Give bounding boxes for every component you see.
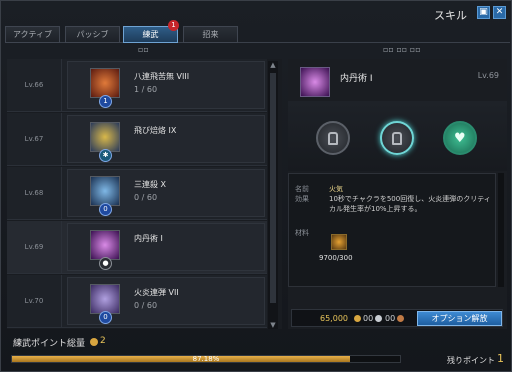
skill-type-icon: ● (99, 257, 112, 270)
training-points-label: 練武ポイント総量 (13, 339, 86, 349)
skill-cell: ● 内丹術 I (67, 223, 265, 271)
skill-list: Lv.66 1 八連飛苦無 VIII 1 / 60 Lv.67 ✱ 飛び焙烙 I… (7, 59, 282, 329)
skill-count: 0 / 60 (134, 193, 158, 202)
skill-type-icon: ✱ (99, 149, 112, 162)
progress-text: 87.18% (192, 355, 220, 363)
skill-icon (90, 230, 120, 260)
copper-coin-icon (397, 315, 404, 322)
scroll-up-icon[interactable]: ▲ (268, 61, 278, 69)
remaining-points-label: 残りポイント (447, 356, 495, 365)
tab-training-label: 練武 (142, 30, 159, 39)
copper-amount: 00 (385, 314, 396, 323)
skill-rank-badge: 0 (99, 203, 112, 216)
skill-icon (90, 176, 120, 206)
tab-bar: アクティブ パッシブ 練武 1 招来 (5, 20, 510, 43)
effect-label: 効果 (295, 195, 309, 203)
skill-row[interactable]: Lv.67 ✱ 飛び焙烙 IX (7, 113, 267, 166)
skill-row-selected[interactable]: Lv.69 ● 内丹術 I (7, 221, 267, 274)
skill-detail-panel: 内丹術 I Lv.69 ♥ 名前 火気 効果 10秒でチャクラを500回復し、火… (288, 59, 507, 329)
skill-level: Lv.66 (7, 59, 62, 111)
option-name: 火気 (329, 185, 343, 193)
skill-name: 火炎連弾 VII (134, 288, 179, 297)
skill-level: Lv.69 (7, 221, 62, 273)
heart-hand-icon: ♥ (454, 131, 466, 146)
skill-name: 内丹術 I (134, 234, 163, 243)
option-heal[interactable]: ♥ (443, 121, 477, 155)
silver-amount: 00 (363, 314, 374, 323)
material-label: 材料 (295, 229, 309, 237)
detail-header: 内丹術 I Lv.69 (288, 59, 507, 99)
skill-row[interactable]: Lv.70 0 火炎連弾 VII 0 / 60 (7, 275, 267, 328)
gold-amount: 65,000 (320, 314, 348, 323)
skill-name: 八連飛苦無 VIII (134, 72, 190, 81)
skill-level: Lv.70 (7, 275, 62, 327)
skill-rank-badge: 0 (99, 311, 112, 324)
lock-icon[interactable]: ▣ (477, 6, 490, 19)
skill-count: 1 / 60 (134, 85, 158, 94)
option-locked-2[interactable] (380, 121, 414, 155)
skill-window: スキル ▣ ✕ アクティブ パッシブ 練武 1 招来 ▫▫ ▫▫ ▫▫ ▫▫ L… (0, 0, 512, 372)
material-count: 9700/300 (319, 254, 353, 262)
skill-level: Lv.68 (7, 167, 62, 219)
skill-name: 三連殺 X (134, 180, 167, 189)
skill-count: 0 / 60 (134, 301, 158, 310)
tab-training[interactable]: 練武 1 (123, 20, 179, 43)
tab-active-skills[interactable]: アクティブ (5, 26, 60, 43)
skill-icon (90, 122, 120, 152)
training-points-value: 2 (100, 336, 106, 346)
lock-icon (328, 132, 338, 145)
unlock-option-button[interactable]: オプション解放 (417, 311, 502, 326)
notification-badge: 1 (168, 20, 179, 31)
scroll-thumb[interactable] (270, 73, 276, 303)
detail-skill-level: Lv.69 (477, 71, 499, 80)
skill-cell: 0 三連殺 X 0 / 60 (67, 169, 265, 217)
name-label: 名前 (295, 185, 309, 193)
scroll-down-icon[interactable]: ▼ (268, 321, 278, 329)
detail-skill-icon (300, 67, 330, 97)
material-icon (331, 234, 347, 250)
detail-skill-name: 内丹術 I (340, 74, 373, 84)
gold-coin-icon (354, 315, 361, 322)
close-icon[interactable]: ✕ (493, 6, 506, 19)
option-locked-1[interactable] (316, 121, 350, 155)
effect-text: 10秒でチャクラを500回復し、火炎連弾のクリティカル発生率が10%上昇する。 (329, 195, 491, 213)
skill-level: Lv.67 (7, 113, 62, 165)
lock-icon (392, 132, 402, 145)
footer: 練武ポイント総量 2 87.18% 残りポイント 1 (1, 331, 511, 371)
skill-row[interactable]: Lv.68 0 三連殺 X 0 / 60 (7, 167, 267, 220)
option-choices: ♥ (288, 101, 507, 171)
titlebar: スキル ▣ ✕ (1, 1, 511, 25)
tab-passive-skills[interactable]: パッシブ (65, 26, 120, 43)
skill-cell: 0 火炎連弾 VII 0 / 60 (67, 277, 265, 325)
progress-bar: 87.18% (11, 355, 401, 363)
skill-row[interactable]: Lv.66 1 八連飛苦無 VIII 1 / 60 (7, 59, 267, 112)
remaining-points-value: 1 (497, 352, 504, 365)
list-header-icon: ▫▫ (138, 45, 149, 54)
point-icon (90, 338, 98, 346)
silver-coin-icon (375, 315, 382, 322)
skill-rank-badge: 1 (99, 95, 112, 108)
cost-bar: 65,000 00 00 オプション解放 (291, 309, 503, 327)
skill-icon (90, 68, 120, 98)
skill-name: 飛び焙烙 IX (134, 126, 177, 135)
description-box: 名前 火気 効果 10秒でチャクラを500回復し、火炎連弾のクリティカル発生率が… (288, 173, 496, 287)
window-title: スキル (434, 9, 467, 22)
skill-list-scrollbar[interactable]: ▲ ▼ (268, 61, 278, 329)
skill-cell: ✱ 飛び焙烙 IX (67, 115, 265, 163)
tab-summon[interactable]: 招来 (183, 26, 238, 43)
skill-cell: 1 八連飛苦無 VIII 1 / 60 (67, 61, 265, 109)
skill-icon (90, 284, 120, 314)
detail-header-icons: ▫▫ ▫▫ ▫▫ (383, 45, 421, 54)
description-scrollbar[interactable] (498, 173, 504, 287)
